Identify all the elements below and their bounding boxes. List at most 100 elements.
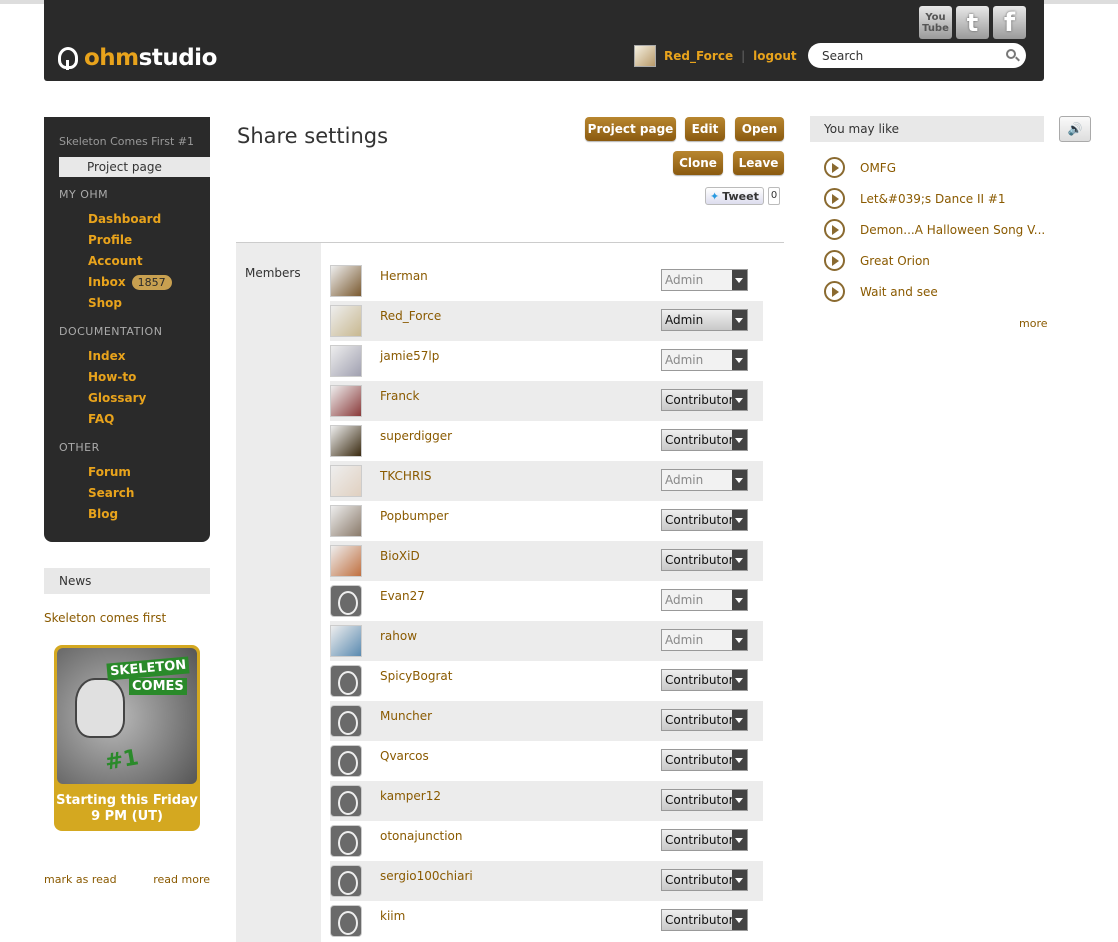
member-avatar[interactable] <box>330 545 362 577</box>
you-may-like-title[interactable]: Great Orion <box>860 254 930 268</box>
member-name-link[interactable]: jamie57lp <box>380 349 439 363</box>
sidebar-item-shop[interactable]: Shop <box>88 296 122 310</box>
user-name-link[interactable]: Red_Force <box>664 49 733 63</box>
member-avatar[interactable] <box>330 385 362 417</box>
play-icon[interactable] <box>824 219 845 240</box>
sidebar-item-project-page[interactable]: Project page <box>59 157 210 177</box>
member-name-link[interactable]: rahow <box>380 629 417 643</box>
ohmstudio-logo[interactable]: ohm studio <box>58 45 217 71</box>
you-may-like-title[interactable]: OMFG <box>860 161 896 175</box>
member-role-select[interactable]: Contributor <box>661 789 748 811</box>
tweet-button[interactable]: ✦ Tweet <box>705 187 764 205</box>
open-button[interactable]: Open <box>735 117 784 141</box>
member-role-select[interactable]: Contributor <box>661 509 748 531</box>
member-role-select[interactable]: Contributor <box>661 429 748 451</box>
you-may-like-item[interactable]: OMFG <box>824 157 896 178</box>
clone-button[interactable]: Clone <box>673 151 723 175</box>
member-name-link[interactable]: Popbumper <box>380 509 449 523</box>
member-role-select[interactable]: Contributor <box>661 669 748 691</box>
logout-link[interactable]: logout <box>753 49 796 63</box>
member-name-link[interactable]: Muncher <box>380 709 432 723</box>
member-name-link[interactable]: otonajunction <box>380 829 462 843</box>
speaker-icon[interactable]: 🔊 <box>1059 116 1091 142</box>
you-may-like-title[interactable]: Let&#039;s Dance II #1 <box>860 192 1006 206</box>
edit-button[interactable]: Edit <box>685 117 725 141</box>
play-icon[interactable] <box>824 250 845 271</box>
play-icon[interactable] <box>824 281 845 302</box>
member-role-select[interactable]: Contributor <box>661 549 748 571</box>
member-name-link[interactable]: sergio100chiari <box>380 869 473 883</box>
member-role-select[interactable]: Admin <box>661 349 748 371</box>
member-role-select[interactable]: Contributor <box>661 909 748 931</box>
member-avatar[interactable] <box>330 625 362 657</box>
sidebar-item-index[interactable]: Index <box>88 349 125 363</box>
news-banner[interactable]: SKELETON COMES #1 Starting this Friday 9… <box>54 645 200 831</box>
member-avatar[interactable] <box>330 585 362 617</box>
member-name-link[interactable]: Herman <box>380 269 428 283</box>
member-avatar[interactable] <box>330 345 362 377</box>
you-may-like-title[interactable]: Wait and see <box>860 285 938 299</box>
member-name-link[interactable]: kiim <box>380 909 405 923</box>
search-icon[interactable] <box>1006 49 1016 59</box>
sidebar-item-profile[interactable]: Profile <box>88 233 132 247</box>
member-avatar[interactable] <box>330 745 362 777</box>
twitter-icon[interactable]: t <box>956 6 989 39</box>
member-role-select[interactable]: Admin <box>661 589 748 611</box>
you-may-like-item[interactable]: Great Orion <box>824 250 930 271</box>
sidebar-item-dashboard[interactable]: Dashboard <box>88 212 161 226</box>
member-role-select[interactable]: Admin <box>661 309 748 331</box>
member-role-select[interactable]: Contributor <box>661 829 748 851</box>
sidebar-item-glossary[interactable]: Glossary <box>88 391 146 405</box>
more-link[interactable]: more <box>1019 317 1048 330</box>
member-avatar[interactable] <box>330 705 362 737</box>
member-role-select[interactable]: Admin <box>661 629 748 651</box>
project-page-button[interactable]: Project page <box>585 117 676 141</box>
sidebar-item-faq[interactable]: FAQ <box>88 412 114 426</box>
member-avatar[interactable] <box>330 265 362 297</box>
member-role-select[interactable]: Admin <box>661 469 748 491</box>
member-name-link[interactable]: kamper12 <box>380 789 441 803</box>
member-name-link[interactable]: Red_Force <box>380 309 441 323</box>
member-avatar[interactable] <box>330 905 362 937</box>
you-may-like-title[interactable]: Demon...A Halloween Song V... <box>860 223 1045 237</box>
user-avatar[interactable] <box>634 45 656 67</box>
sidebar-item-blog[interactable]: Blog <box>88 507 118 521</box>
member-name-link[interactable]: Franck <box>380 389 419 403</box>
you-may-like-item[interactable]: Wait and see <box>824 281 938 302</box>
sidebar-item-account[interactable]: Account <box>88 254 143 268</box>
you-may-like-item[interactable]: Demon...A Halloween Song V... <box>824 219 1045 240</box>
member-role-select[interactable]: Contributor <box>661 869 748 891</box>
news-title-link[interactable]: Skeleton comes first <box>44 611 166 625</box>
search-input[interactable] <box>822 48 997 63</box>
member-name-link[interactable]: BioXiD <box>380 549 420 563</box>
member-name-link[interactable]: Evan27 <box>380 589 425 603</box>
sidebar-item-forum[interactable]: Forum <box>88 465 131 479</box>
play-icon[interactable] <box>824 188 845 209</box>
member-avatar[interactable] <box>330 825 362 857</box>
member-role-select[interactable]: Contributor <box>661 389 748 411</box>
facebook-icon[interactable]: f <box>993 6 1026 39</box>
member-name-link[interactable]: Qvarcos <box>380 749 429 763</box>
member-avatar[interactable] <box>330 665 362 697</box>
member-avatar[interactable] <box>330 865 362 897</box>
member-avatar[interactable] <box>330 305 362 337</box>
member-role-select[interactable]: Admin <box>661 269 748 291</box>
member-name-link[interactable]: TKCHRIS <box>380 469 431 483</box>
read-more-link[interactable]: read more <box>153 873 210 886</box>
member-avatar[interactable] <box>330 465 362 497</box>
sidebar-item-inbox[interactable]: Inbox 1857 <box>88 275 172 290</box>
you-may-like-item[interactable]: Let&#039;s Dance II #1 <box>824 188 1006 209</box>
member-avatar[interactable] <box>330 785 362 817</box>
member-avatar[interactable] <box>330 425 362 457</box>
member-avatar[interactable] <box>330 505 362 537</box>
play-icon[interactable] <box>824 157 845 178</box>
sidebar-item-how-to[interactable]: How-to <box>88 370 136 384</box>
member-name-link[interactable]: superdigger <box>380 429 452 443</box>
member-role-select[interactable]: Contributor <box>661 709 748 731</box>
mark-as-read-link[interactable]: mark as read <box>44 873 117 886</box>
leave-button[interactable]: Leave <box>733 151 784 175</box>
member-role-select[interactable]: Contributor <box>661 749 748 771</box>
youtube-icon[interactable]: You Tube <box>919 6 952 39</box>
sidebar-item-search[interactable]: Search <box>88 486 134 500</box>
member-name-link[interactable]: SpicyBograt <box>380 669 452 683</box>
